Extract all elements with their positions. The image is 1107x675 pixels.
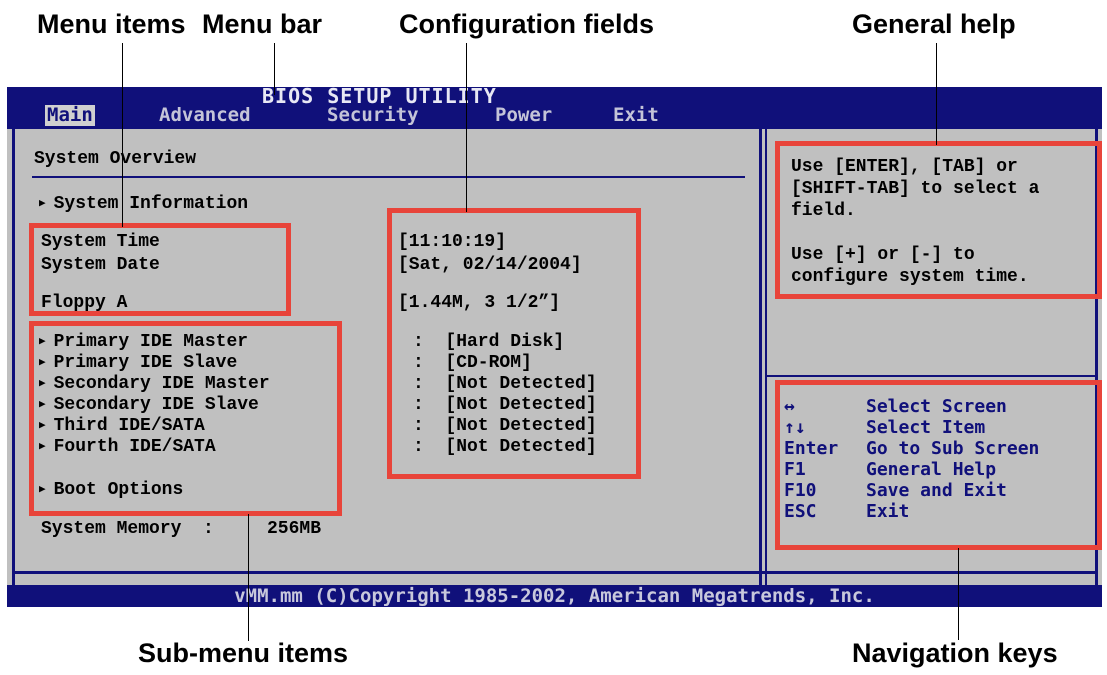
system-information-label: System Information <box>53 194 249 214</box>
menu-security[interactable]: Security <box>325 105 421 126</box>
callout-general-help: General help <box>852 9 1016 39</box>
panel-divider-inner <box>765 129 767 585</box>
bottom-border <box>12 571 1098 574</box>
highlight-menu-items <box>29 223 291 316</box>
leader-navigation-keys <box>958 548 959 640</box>
highlight-configuration-fields <box>387 208 641 479</box>
highlight-sub-menu-items <box>29 321 342 516</box>
callout-sub-menu-items: Sub-menu items <box>138 638 349 668</box>
footer-bar: vMM.mm (C)Copyright 1985-2002, American … <box>7 585 1102 607</box>
help-separator <box>767 375 1097 377</box>
highlight-general-help <box>775 141 1102 299</box>
callout-navigation-keys: Navigation keys <box>852 638 1058 668</box>
panel-divider <box>759 129 762 585</box>
system-memory-label: System Memory : <box>41 519 214 539</box>
menu-bar: BIOS SETUP UTILITY Main Advanced Securit… <box>7 84 1102 129</box>
callout-menu-items: Menu items <box>37 9 186 39</box>
leader-menu-bar <box>274 43 275 95</box>
left-border <box>12 129 15 585</box>
leader-configuration-fields <box>466 43 467 212</box>
submenu-arrow-icon: ▶ <box>39 198 46 210</box>
section-title: System Overview <box>34 149 197 169</box>
leader-sub-menu-items <box>248 514 249 641</box>
leader-general-help <box>936 43 937 145</box>
callout-menu-bar: Menu bar <box>202 9 323 39</box>
menu-power[interactable]: Power <box>493 105 554 126</box>
highlight-navigation-keys <box>775 380 1102 550</box>
system-memory-value: 256MB <box>267 519 322 539</box>
leader-menu-items <box>122 43 123 227</box>
menu-exit[interactable]: Exit <box>611 105 661 126</box>
system-information-item[interactable]: ▶ System Information <box>39 194 248 215</box>
copyright-text: vMM.mm (C)Copyright 1985-2002, American … <box>234 585 875 607</box>
section-underline <box>32 176 745 178</box>
menu-advanced[interactable]: Advanced <box>157 105 253 126</box>
callout-configuration-fields: Configuration fields <box>399 9 654 39</box>
menu-main[interactable]: Main <box>45 105 95 126</box>
